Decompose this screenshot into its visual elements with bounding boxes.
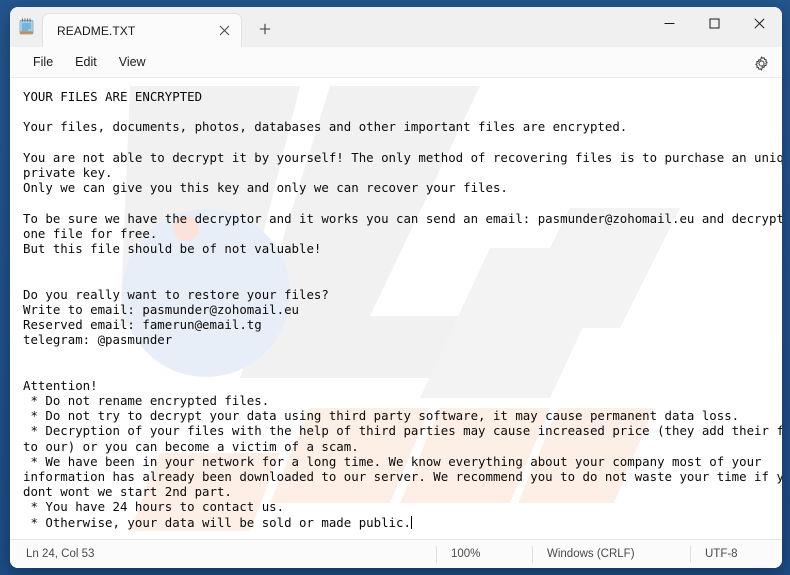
minimize-icon[interactable]	[647, 7, 692, 39]
tab-title: README.TXT	[57, 23, 136, 38]
menu-bar: File Edit View	[10, 47, 782, 78]
document-body: YOUR FILES ARE ENCRYPTED Your files, doc…	[23, 89, 782, 530]
menu-edit[interactable]: Edit	[64, 51, 108, 73]
maximize-icon[interactable]	[692, 7, 737, 39]
title-bar: README.TXT	[10, 7, 782, 47]
tab-readme-txt[interactable]: README.TXT	[42, 13, 242, 47]
close-tab-icon[interactable]	[213, 20, 235, 42]
window-controls	[647, 7, 782, 39]
text-editor[interactable]: YOUR FILES ARE ENCRYPTED Your files, doc…	[10, 78, 782, 539]
cursor-position-status: Ln 24, Col 53	[26, 548, 95, 560]
document-text[interactable]: YOUR FILES ARE ENCRYPTED Your files, doc…	[10, 78, 782, 530]
zoom-level-status[interactable]: 100%	[436, 545, 532, 563]
menu-file[interactable]: File	[22, 51, 64, 73]
new-tab-icon[interactable]	[250, 14, 280, 44]
close-icon[interactable]	[737, 7, 782, 39]
menu-view[interactable]: View	[108, 51, 157, 73]
notepad-icon	[10, 7, 42, 47]
encoding-status[interactable]: UTF-8	[690, 545, 782, 563]
gear-icon[interactable]	[748, 50, 774, 76]
status-bar: Ln 24, Col 53 100% Windows (CRLF) UTF-8	[10, 539, 782, 568]
line-ending-status[interactable]: Windows (CRLF)	[532, 545, 690, 563]
notepad-window: README.TXT File Edit View YOUR FILES ARE…	[10, 7, 782, 568]
text-caret	[410, 515, 412, 529]
